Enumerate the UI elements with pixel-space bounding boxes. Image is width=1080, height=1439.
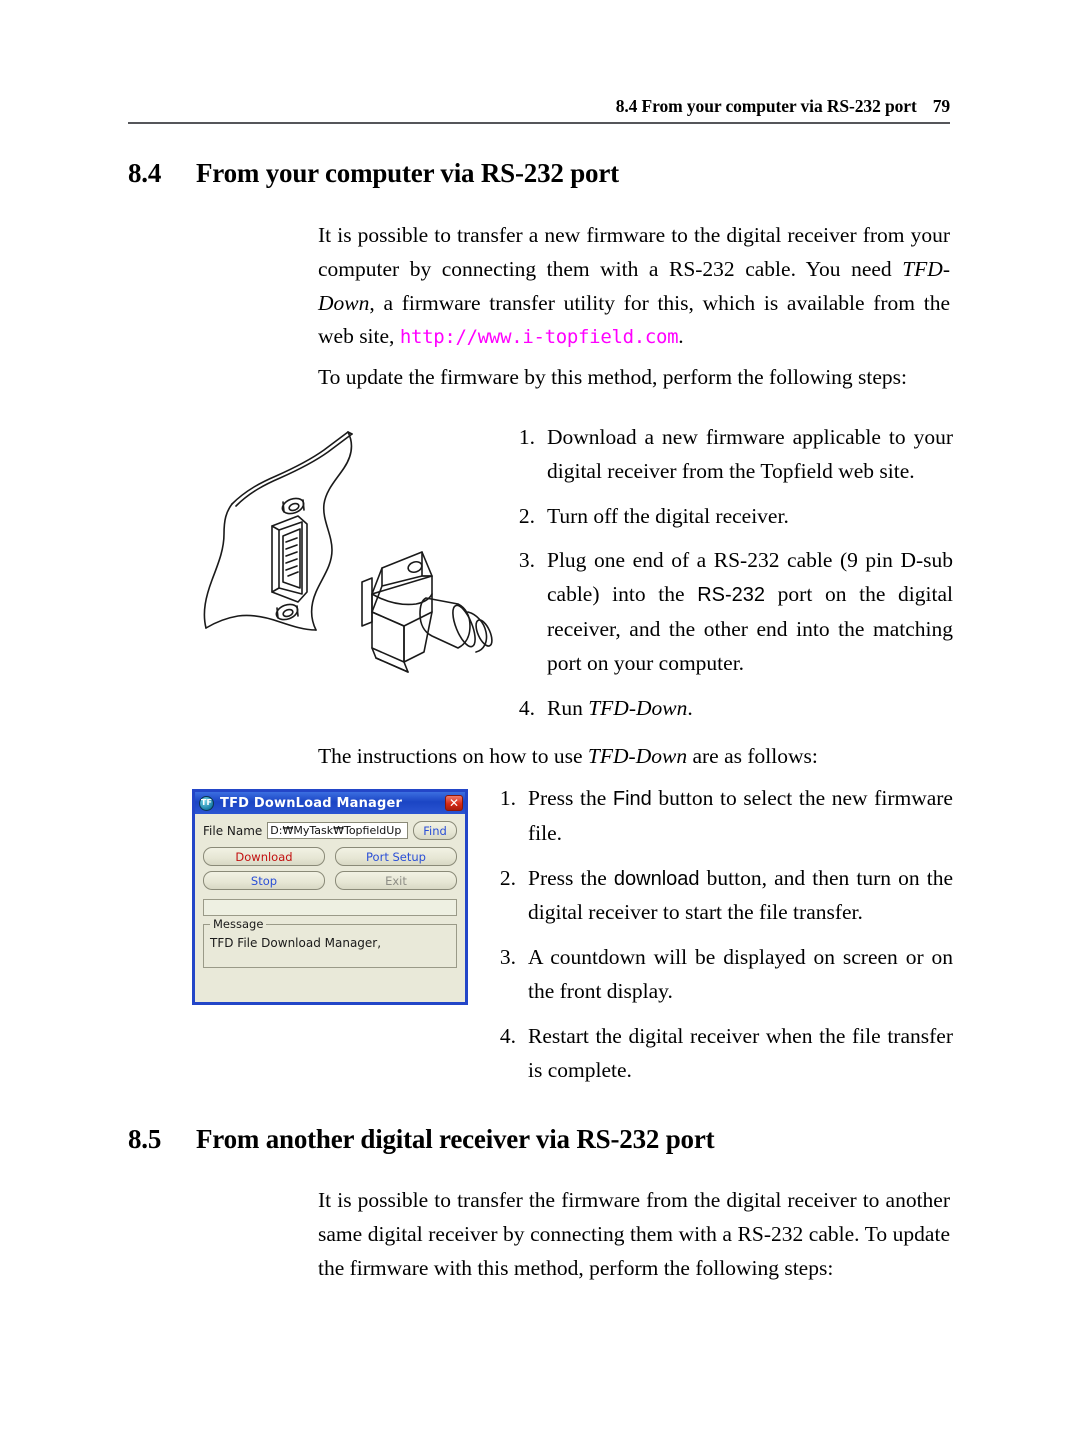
download-button[interactable]: Download (203, 847, 325, 866)
dialog-button-grid: Download Port Setup Stop Exit (203, 847, 457, 890)
rs-232-connector-illustration (176, 416, 516, 676)
list-item: 3. A countdown will be displayed on scre… (486, 941, 953, 1009)
find-keyword: Find (612, 788, 652, 810)
list-text: Press the Find button to select the new … (528, 782, 953, 851)
list-marker: 3. (518, 548, 535, 573)
list-text: Download a new firmware applicable to yo… (547, 425, 953, 483)
list-marker: 3. (499, 945, 516, 970)
running-header: 8.4 From your computer via RS-232 port 79 (128, 96, 950, 117)
list-text: Run TFD-Down. (547, 692, 953, 726)
intro-part-b: are as follows: (687, 744, 818, 768)
list-marker: 2. (499, 865, 516, 890)
dialog-body: File Name D:₩MyTask₩TopfieldUp Find Down… (195, 814, 465, 1002)
list-text: A countdown will be displayed on screen … (528, 945, 953, 1003)
header-rule (128, 122, 950, 124)
tfd-down-usage-steps: 1. Press the Find button to select the n… (486, 782, 953, 1087)
tfd-download-manager-dialog[interactable]: TF TFD DownLoad Manager ✕ File Name D:₩M… (192, 789, 468, 1005)
para1-part-c: . (678, 324, 684, 349)
filename-label: File Name (203, 823, 263, 838)
close-icon[interactable]: ✕ (445, 795, 463, 811)
list-item: 3. Plug one end of a RS-232 cable (9 pin… (505, 544, 953, 680)
paragraph-instructions: The instructions on how to use TFD-Down … (318, 740, 950, 774)
list-text: Turn off the digital receiver. (547, 503, 789, 528)
list-item: 4. Run TFD-Down. (505, 692, 953, 726)
filename-input[interactable]: D:₩MyTask₩TopfieldUp (267, 822, 408, 839)
list-marker: 4. (499, 1023, 516, 1048)
firmware-transfer-steps: 1. Download a new firmware applicable to… (505, 421, 953, 725)
list-marker: 4. (518, 695, 535, 720)
message-groupbox: Message TFD File Download Manager, (203, 917, 457, 968)
section-heading-8-5: 8.5 From another digital receiver via RS-… (128, 1124, 715, 1155)
tfd-instructions-intro: The instructions on how to use TFD-Down … (318, 740, 950, 774)
find-button[interactable]: Find (413, 821, 457, 840)
section-title-8-5: From another digital receiver via RS-232… (196, 1124, 715, 1154)
section-8-4-intro: It is possible to transfer a new firmwar… (318, 219, 950, 395)
progress-bar (203, 899, 457, 916)
list-text-part-b: . (687, 695, 693, 720)
section-number-8-5: 8.5 (128, 1124, 162, 1154)
exit-button[interactable]: Exit (335, 871, 457, 890)
message-text: TFD File Download Manager, (210, 936, 382, 950)
section-title-8-4: From your computer via RS-232 port (196, 158, 619, 188)
paragraph-firmware-transfer: It is possible to transfer a new firmwar… (318, 219, 950, 355)
list-item: 2. Press the download button, and then t… (486, 862, 953, 931)
tfd-down-italic: TFD-Down (587, 744, 688, 768)
section-heading-8-4: 8.4 From your computer via RS-232 port (128, 158, 619, 189)
paragraph-update-steps-intro: To update the firmware by this method, p… (318, 365, 908, 390)
stop-button[interactable]: Stop (203, 871, 325, 890)
list-marker: 2. (518, 503, 535, 528)
list-item: 1. Press the Find button to select the n… (486, 782, 953, 851)
running-header-title: 8.4 From your computer via RS-232 port (615, 96, 917, 116)
section-8-5-intro: It is possible to transfer the firmware … (318, 1184, 950, 1285)
message-legend: Message (210, 917, 267, 931)
para1-part-a: It is possible to transfer a new firmwar… (318, 223, 950, 281)
page-number: 79 (932, 96, 950, 116)
list-marker: 1. (518, 425, 535, 449)
list-item: 4. Restart the digital receiver when the… (486, 1020, 953, 1088)
dialog-title: TFD DownLoad Manager (220, 795, 403, 811)
rs-232-connector-svg (203, 431, 493, 673)
manual-page: 8.4 From your computer via RS-232 port 79… (0, 0, 1080, 1439)
list-item: 1. Download a new firmware applicable to… (505, 421, 953, 489)
rs-232-keyword: RS-232 (697, 584, 766, 607)
tfd-app-icon: TF (199, 795, 214, 811)
section-number-8-4: 8.4 (128, 158, 162, 188)
topfield-url[interactable]: http://www.i-topfield.com (400, 326, 679, 348)
list-text: Restart the digital receiver when the fi… (528, 1023, 953, 1082)
list-marker: 1. (499, 786, 516, 810)
paragraph-another-receiver: It is possible to transfer the firmware … (318, 1188, 950, 1280)
intro-part-a: The instructions on how to use (318, 744, 588, 768)
dialog-titlebar: TF TFD DownLoad Manager ✕ (195, 792, 465, 814)
list-text-part-a: Press the (528, 786, 613, 810)
port-setup-button[interactable]: Port Setup (335, 847, 457, 866)
list-text-part-a: Run (547, 695, 589, 720)
tfd-down-italic: TFD-Down (588, 695, 688, 720)
filename-row: File Name D:₩MyTask₩TopfieldUp Find (203, 821, 457, 840)
download-keyword: download (613, 867, 700, 890)
list-text-part-a: Press the (528, 865, 614, 890)
list-text: Press the download button, and then turn… (528, 862, 953, 931)
list-item: 2. Turn off the digital receiver. (505, 500, 953, 534)
list-text: Plug one end of a RS-232 cable (9 pin D-… (547, 544, 953, 680)
